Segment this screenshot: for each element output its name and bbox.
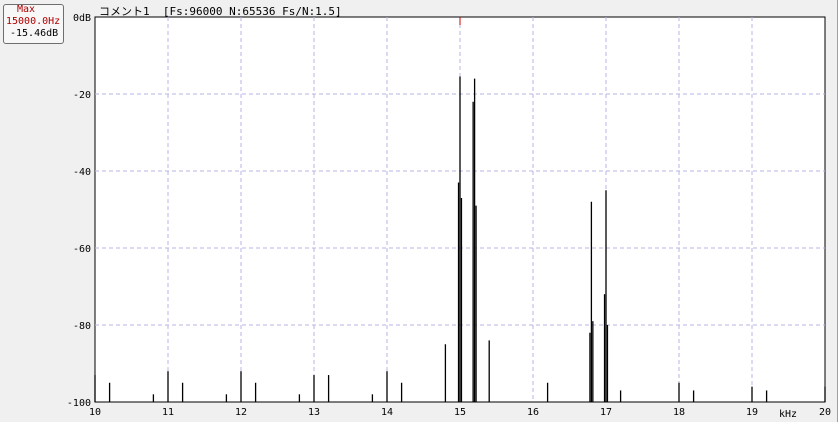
- y-tick-label: -40: [73, 167, 91, 178]
- x-tick-label: 12: [235, 407, 247, 418]
- y-tick-labels: 0dB -20 -40 -60 -80 -100: [67, 13, 91, 409]
- x-tick-label: 14: [381, 407, 393, 418]
- x-tick-label: 20: [819, 407, 831, 418]
- x-axis-unit: kHz: [779, 409, 797, 420]
- x-tick-label: 18: [673, 407, 685, 418]
- y-tick-label: 0dB: [73, 13, 91, 24]
- y-tick-label: -100: [67, 398, 91, 409]
- x-tick-labels: 10 11 12 13 14 15 16 17 18 19 20: [89, 407, 831, 418]
- x-tick-label: 13: [308, 407, 320, 418]
- y-tick-label: -20: [73, 90, 91, 101]
- x-tick-label: 10: [89, 407, 101, 418]
- x-tick-label: 15: [454, 407, 466, 418]
- x-tick-label: 19: [746, 407, 758, 418]
- spectrum-chart[interactable]: 0dB -20 -40 -60 -80 -100 10 11 12 13 14 15 16 17 18 19…: [0, 0, 838, 422]
- y-tick-label: -80: [73, 321, 91, 332]
- x-tick-label: 11: [162, 407, 174, 418]
- x-tick-label: 17: [600, 407, 612, 418]
- y-tick-label: -60: [73, 244, 91, 255]
- x-tick-label: 16: [527, 407, 539, 418]
- spectrum-window: Max 15000.0Hz -15.46dB コメント1 [Fs:96000 N…: [0, 0, 838, 422]
